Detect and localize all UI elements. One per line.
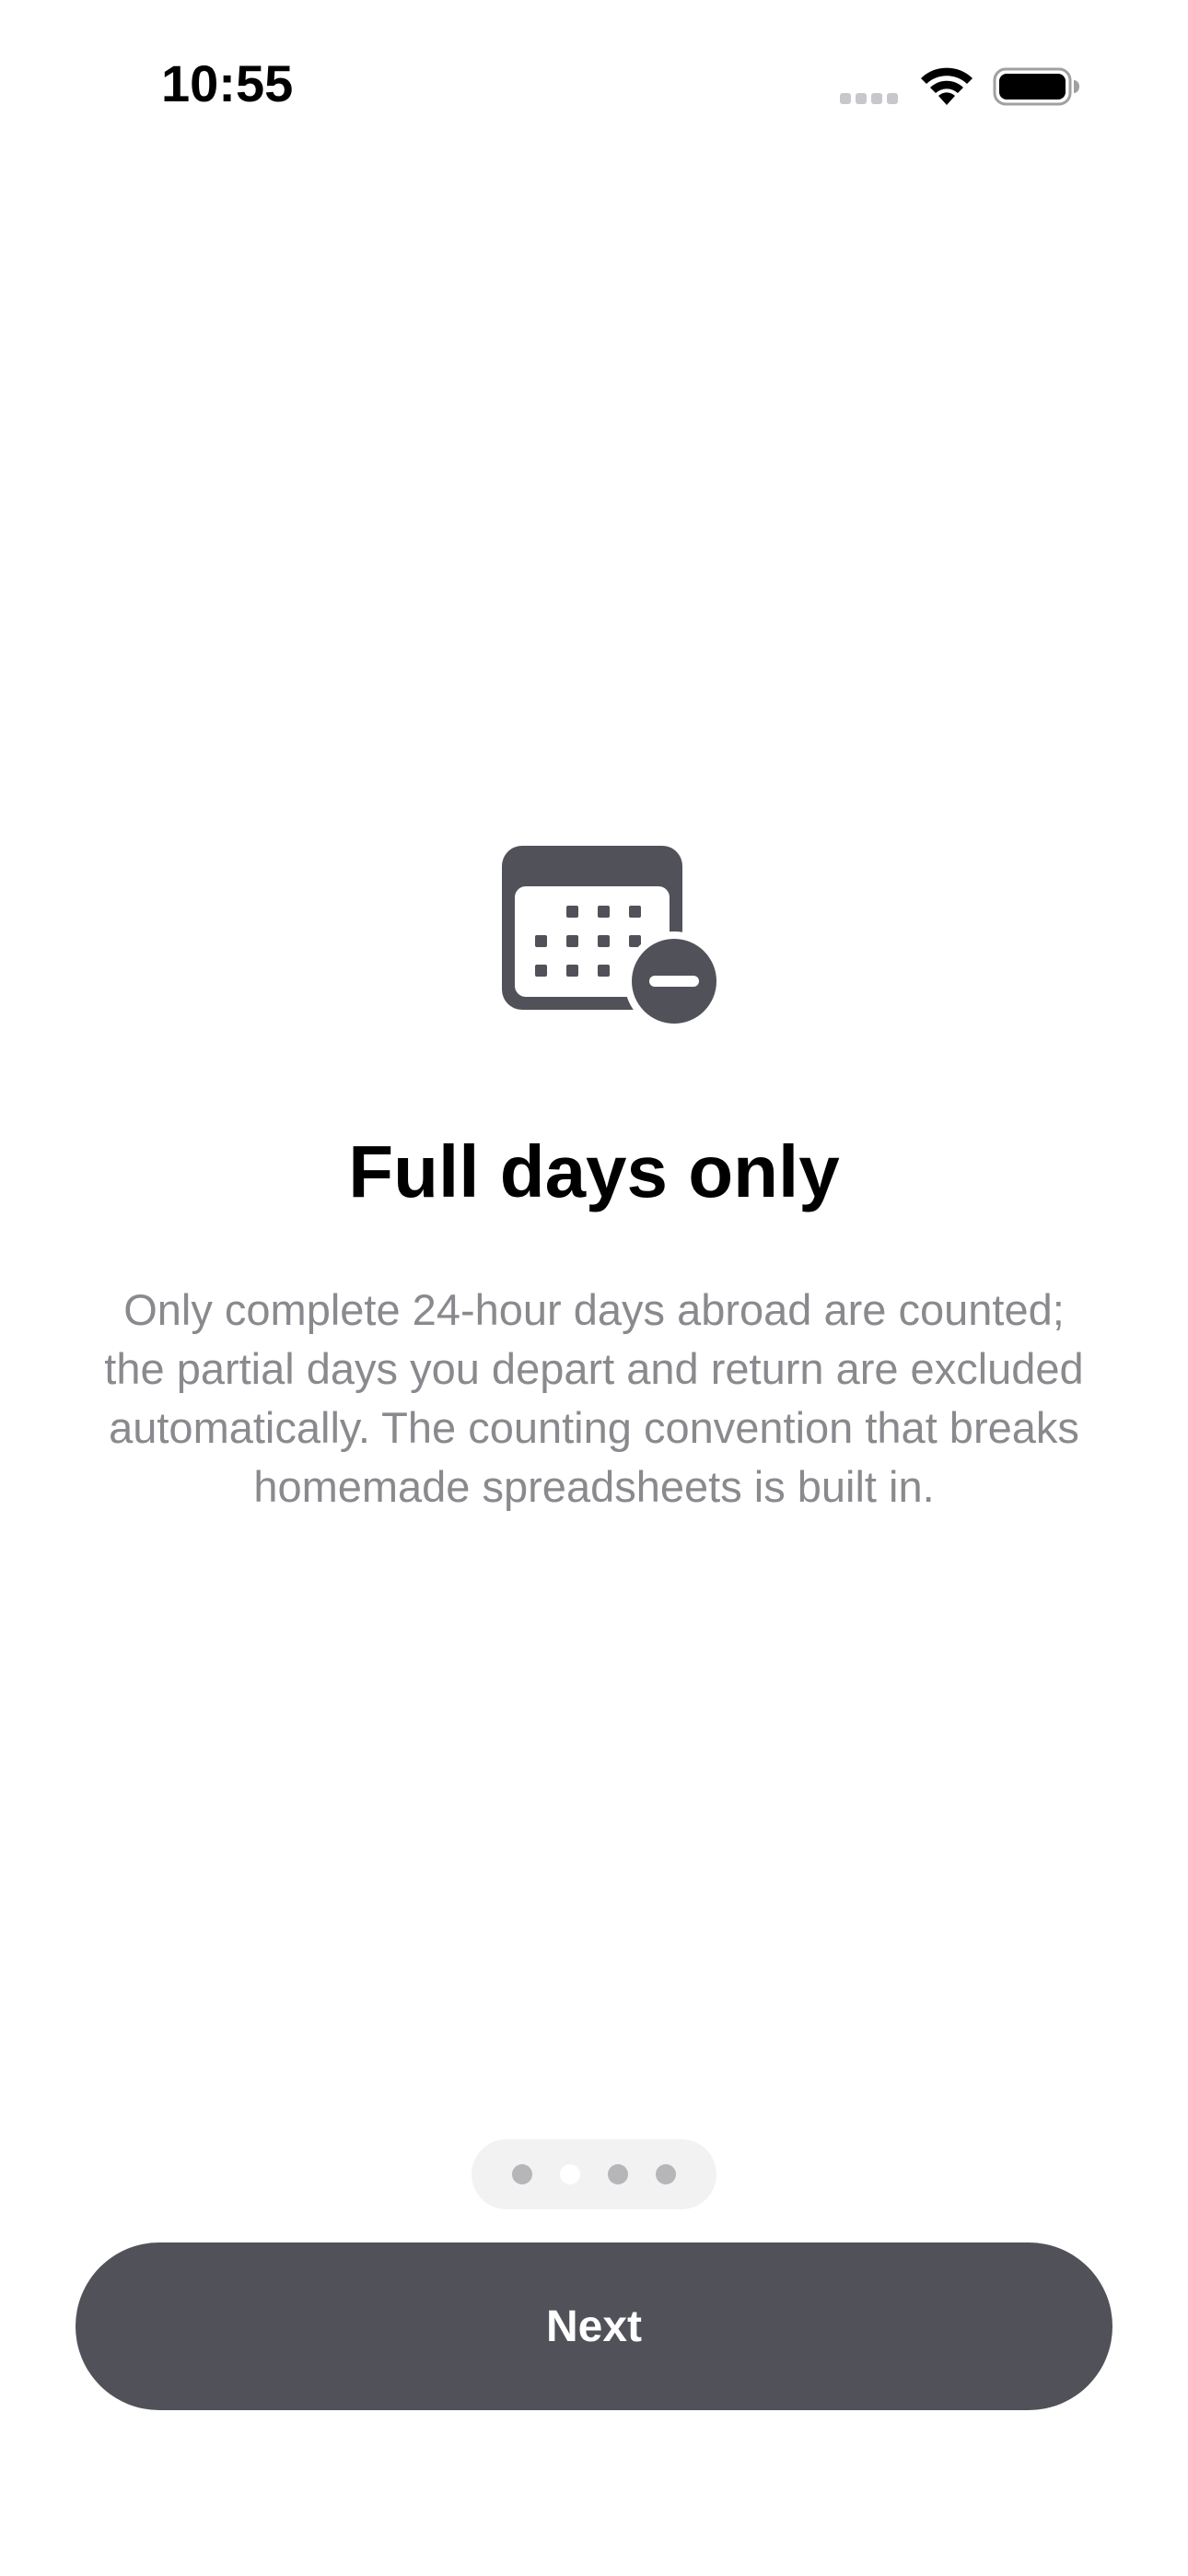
page-dot-2-active[interactable] [560,2164,580,2184]
status-bar: 10:55 [0,0,1188,175]
calendar-minus-icon [502,846,723,1030]
battery-icon [993,67,1079,106]
page-description: Only complete 24-hour days abroad are co… [104,1285,1084,1511]
page-indicator[interactable] [472,2139,716,2209]
page-dot-3[interactable] [608,2164,628,2184]
page-title: Full days only [348,1130,840,1212]
next-button[interactable]: Next [76,2242,1112,2410]
wifi-icon [921,67,973,105]
page-dot-4[interactable] [656,2164,676,2184]
page-dot-1[interactable] [512,2164,532,2184]
status-time: 10:55 [161,54,294,112]
cellular-signal-icon [840,93,903,106]
